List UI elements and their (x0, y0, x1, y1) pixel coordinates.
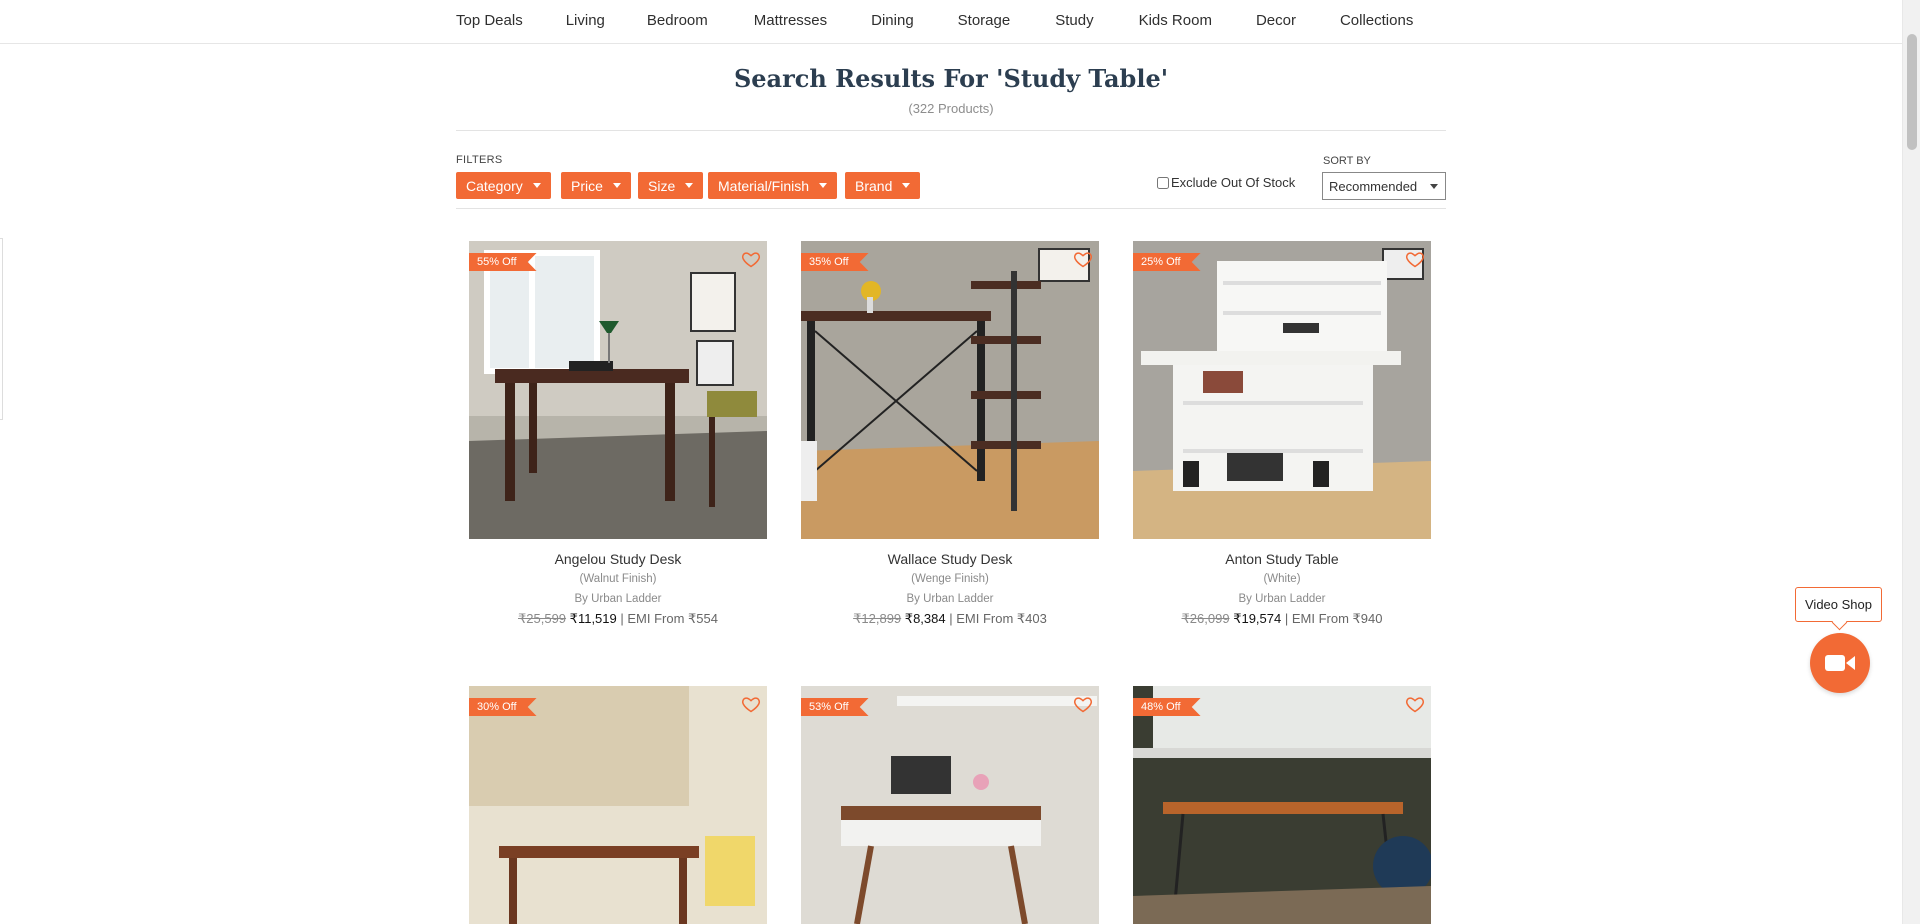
filter-category-button[interactable]: Category (456, 172, 551, 199)
caret-down-icon (612, 183, 621, 188)
caret-down-icon (685, 183, 694, 188)
heart-icon[interactable] (1405, 694, 1425, 714)
product-brand: By Urban Ladder (574, 593, 662, 605)
nav-study[interactable]: Study (1055, 12, 1093, 29)
side-tab[interactable] (0, 238, 3, 420)
heart-icon[interactable] (1405, 249, 1425, 269)
video-shop-label: Video Shop (1805, 597, 1872, 612)
product-price: ₹12,899 ₹8,384 | EMI From ₹403 (801, 611, 1099, 627)
filter-label: Material/Finish (718, 177, 810, 194)
product-brand: By Urban Ladder (906, 593, 994, 605)
filter-material-button[interactable]: Material/Finish (708, 172, 838, 199)
filter-brand-button[interactable]: Brand (845, 172, 921, 199)
product-price: ₹25,599 ₹11,519 | EMI From ₹554 (469, 611, 767, 627)
nav-storage[interactable]: Storage (958, 12, 1011, 29)
product-card[interactable]: 35% Off Wallace Study Desk (Wenge Finish… (801, 241, 1099, 627)
top-navigation: Top Deals Living Bedroom Mattresses Dini… (0, 0, 1902, 44)
product-brand: By Urban Ladder (1238, 593, 1326, 605)
product-card[interactable]: 25% Off Anton Study Table (White) By Urb… (1133, 241, 1431, 627)
discount-badge: 53% Off (801, 698, 869, 716)
emi-text: | EMI From ₹940 (1284, 611, 1383, 626)
product-price: ₹26,099 ₹19,574 | EMI From ₹940 (1133, 611, 1431, 627)
product-card[interactable]: 48% Off (1133, 686, 1431, 924)
heart-icon[interactable] (741, 694, 761, 714)
product-finish: (Wenge Finish) (911, 573, 989, 585)
discount-badge: 25% Off (1133, 253, 1201, 271)
discount-badge: 35% Off (801, 253, 869, 271)
nav-living[interactable]: Living (566, 12, 605, 29)
filters-label: FILTERS (456, 154, 503, 166)
page-title: Search Results For 'Study Table' (733, 64, 1169, 93)
nav-mattresses[interactable]: Mattresses (754, 12, 827, 29)
exclude-out-of-stock-checkbox[interactable] (1157, 176, 1169, 189)
product-image[interactable]: 53% Off (801, 686, 1099, 924)
product-finish: (White) (1263, 573, 1301, 585)
caret-down-icon (819, 183, 828, 188)
sort-value: Recommended (1329, 178, 1418, 194)
sort-by-label: SORT BY (1323, 155, 1371, 167)
discount-badge: 55% Off (469, 253, 537, 271)
product-card[interactable]: 30% Off (469, 686, 767, 924)
heart-icon[interactable] (1073, 249, 1093, 269)
results-count: (322 Products) (908, 101, 994, 116)
product-name[interactable]: Anton Study Table (1133, 551, 1431, 567)
product-image[interactable]: 48% Off (1133, 686, 1431, 924)
filter-label: Price (571, 177, 603, 194)
nav-dining[interactable]: Dining (871, 12, 914, 29)
filter-label: Brand (855, 177, 893, 194)
caret-down-icon (532, 183, 541, 188)
category-menu: Top Deals Living Bedroom Mattresses Dini… (456, 0, 1413, 40)
discount-badge: 48% Off (1133, 698, 1201, 716)
discount-badge: 30% Off (469, 698, 537, 716)
sort-by-select[interactable]: Recommended (1322, 172, 1446, 200)
product-image[interactable]: 25% Off (1133, 241, 1431, 539)
emi-text: | EMI From ₹554 (620, 611, 718, 626)
caret-down-icon (902, 183, 911, 188)
sale-price: ₹11,519 (569, 611, 617, 626)
product-name[interactable]: Angelou Study Desk (469, 551, 767, 567)
nav-decor[interactable]: Decor (1256, 12, 1296, 29)
heart-icon[interactable] (1073, 694, 1093, 714)
filter-label: Size (648, 177, 676, 194)
emi-text: | EMI From ₹403 (949, 611, 1047, 626)
original-price: ₹25,599 (518, 611, 567, 626)
nav-collections[interactable]: Collections (1340, 12, 1413, 29)
filters-divider (456, 208, 1446, 209)
product-name[interactable]: Wallace Study Desk (801, 551, 1099, 567)
nav-bedroom[interactable]: Bedroom (647, 12, 708, 29)
scrollbar-thumb[interactable] (1907, 34, 1917, 150)
exclude-out-of-stock-label: Exclude Out Of Stock (1171, 175, 1296, 190)
product-card[interactable]: 53% Off (801, 686, 1099, 924)
video-camera-icon (1825, 655, 1855, 671)
product-card[interactable]: 55% Off Angelou Study Desk (Walnut Finis… (469, 241, 767, 627)
original-price: ₹26,099 (1181, 611, 1230, 626)
product-image[interactable]: 30% Off (469, 686, 767, 924)
nav-kids-room[interactable]: Kids Room (1139, 12, 1212, 29)
caret-down-icon (1430, 184, 1438, 189)
video-shop-button[interactable] (1810, 633, 1870, 693)
product-image[interactable]: 35% Off (801, 241, 1099, 539)
heart-icon[interactable] (741, 249, 761, 269)
video-shop-tooltip[interactable]: Video Shop (1795, 587, 1882, 622)
sale-price: ₹19,574 (1233, 611, 1282, 626)
original-price: ₹12,899 (853, 611, 902, 626)
product-finish: (Walnut Finish) (579, 573, 657, 585)
sale-price: ₹8,384 (904, 611, 946, 626)
header-divider (456, 130, 1446, 131)
exclude-out-of-stock[interactable]: Exclude Out Of Stock (1157, 175, 1295, 190)
filter-size-button[interactable]: Size (638, 172, 704, 199)
product-image[interactable]: 55% Off (469, 241, 767, 539)
page-scrollbar[interactable] (1902, 0, 1920, 924)
nav-top-deals[interactable]: Top Deals (456, 12, 523, 29)
filter-price-button[interactable]: Price (561, 172, 631, 199)
filter-label: Category (466, 177, 523, 194)
